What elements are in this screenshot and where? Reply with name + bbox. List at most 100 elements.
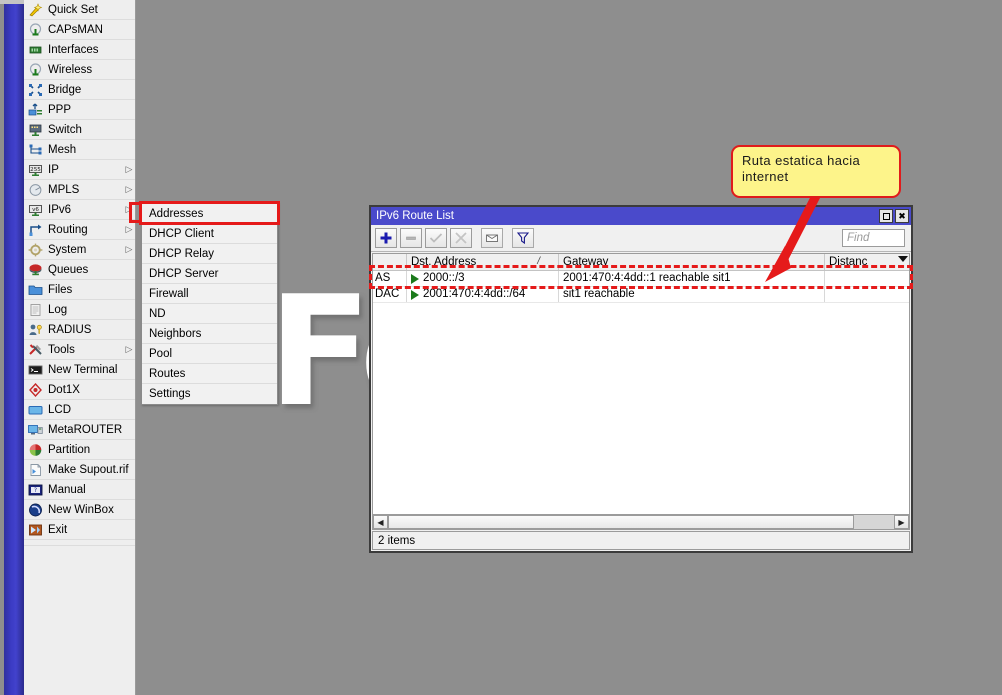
submenu-item-addresses[interactable]: Addresses <box>142 204 277 224</box>
filter-icon <box>516 232 530 245</box>
dot1x-icon <box>27 382 44 398</box>
sidebar-item-label: Log <box>48 303 68 316</box>
column-label-distance: Distanc <box>829 256 868 268</box>
submenu-item-pool[interactable]: Pool <box>142 344 277 364</box>
cell-flags: AS <box>373 271 407 286</box>
sidebar-item-label: Partition <box>48 443 91 456</box>
ipv6-route-list-window[interactable]: IPv6 Route List ✖ Find Dst. Address / Ga… <box>369 205 913 553</box>
sidebar-item-dot1x[interactable]: Dot1X <box>24 380 135 400</box>
chevron-down-icon[interactable] <box>898 256 908 262</box>
enable-button[interactable] <box>425 228 447 248</box>
cell-dst-address: 2000::/3 <box>407 271 559 286</box>
sidebar-item-quick-set[interactable]: Quick Set <box>24 0 135 20</box>
menu-bottom-spacer <box>24 540 135 546</box>
remove-button[interactable] <box>400 228 422 248</box>
sidebar-item-label: Manual <box>48 483 86 496</box>
window-buttons[interactable]: ✖ <box>879 209 911 223</box>
winbox-vertical-bar: RouterOS WinBox <box>4 4 24 695</box>
sidebar-item-tools[interactable]: Tools ▷ <box>24 340 135 360</box>
sidebar-item-interfaces[interactable]: Interfaces <box>24 40 135 60</box>
sidebar-item-switch[interactable]: Switch <box>24 120 135 140</box>
add-button[interactable] <box>375 228 397 248</box>
submenu-item-neighbors[interactable]: Neighbors <box>142 324 277 344</box>
column-header-flags[interactable] <box>373 254 407 270</box>
antenna-icon <box>27 62 44 78</box>
sidebar-item-mesh[interactable]: Mesh <box>24 140 135 160</box>
svg-text:?: ? <box>34 487 37 494</box>
winbox-icon <box>27 502 44 518</box>
sidebar-item-label: RADIUS <box>48 323 92 336</box>
comment-icon <box>486 234 498 242</box>
sidebar-item-label: Exit <box>48 523 68 536</box>
sidebar-item-label: Queues <box>48 263 89 276</box>
queues-icon <box>27 262 44 278</box>
sidebar-item-new-winbox[interactable]: New WinBox <box>24 500 135 520</box>
routing-icon <box>27 222 44 238</box>
sidebar-item-log[interactable]: Log <box>24 300 135 320</box>
window-titlebar[interactable]: IPv6 Route List ✖ <box>371 207 911 225</box>
sidebar-item-label: Interfaces <box>48 43 99 56</box>
sidebar-item-metarouter[interactable]: MetaROUTER <box>24 420 135 440</box>
sidebar-item-manual[interactable]: ? Manual <box>24 480 135 500</box>
scrollbar-track[interactable] <box>388 515 894 529</box>
sidebar-item-exit[interactable]: Exit <box>24 520 135 540</box>
submenu-item-firewall[interactable]: Firewall <box>142 284 277 304</box>
sidebar-item-make-supout[interactable]: Make Supout.rif <box>24 460 135 480</box>
partition-icon <box>27 442 44 458</box>
close-button[interactable]: ✖ <box>895 209 909 223</box>
submenu-item-settings[interactable]: Settings <box>142 384 277 404</box>
ipv6-icon: v6 <box>27 202 44 218</box>
restore-button[interactable] <box>879 209 893 223</box>
column-header-dst-address[interactable]: Dst. Address / <box>407 254 559 270</box>
window-toolbar[interactable]: Find <box>371 225 911 252</box>
filter-button[interactable] <box>512 228 534 248</box>
sidebar-item-bridge[interactable]: Bridge <box>24 80 135 100</box>
cell-gateway: 2001:470:4:4dd::1 reachable sit1 <box>559 271 825 286</box>
scrollbar-thumb[interactable] <box>388 515 854 529</box>
sidebar-item-label: Dot1X <box>48 383 80 396</box>
sidebar-item-queues[interactable]: Queues <box>24 260 135 280</box>
sidebar-item-partition[interactable]: Partition <box>24 440 135 460</box>
table-row[interactable]: AS 2000::/3 2001:470:4:4dd::1 reachable … <box>373 271 909 287</box>
cell-dst-address-text: 2001:470:4:4dd::/64 <box>423 288 526 300</box>
sidebar-item-wireless[interactable]: Wireless <box>24 60 135 80</box>
sidebar-item-capsman[interactable]: CAPsMAN <box>24 20 135 40</box>
sidebar-item-label: IP <box>48 163 59 176</box>
column-header-distance[interactable]: Distanc <box>825 254 909 270</box>
manual-icon: ? <box>27 482 44 498</box>
routes-table[interactable]: Dst. Address / Gateway Distanc AS 2000::… <box>372 253 910 521</box>
sidebar-item-mpls[interactable]: MPLS ▷ <box>24 180 135 200</box>
sidebar-item-label: New Terminal <box>48 363 118 376</box>
table-row[interactable]: DAC 2001:470:4:4dd::/64 sit1 reachable <box>373 287 909 303</box>
main-menu-panel[interactable]: Quick Set CAPsMAN Interfaces Wireless Br… <box>24 0 136 695</box>
sidebar-item-radius[interactable]: RADIUS <box>24 320 135 340</box>
wand-icon <box>27 2 44 18</box>
horizontal-scrollbar[interactable]: ◀ ▶ <box>372 514 910 530</box>
sidebar-item-system[interactable]: System ▷ <box>24 240 135 260</box>
tools-icon <box>27 342 44 358</box>
ipv6-submenu[interactable]: Addresses DHCP Client DHCP Relay DHCP Se… <box>141 203 278 405</box>
submenu-item-nd[interactable]: ND <box>142 304 277 324</box>
sidebar-item-lcd[interactable]: LCD <box>24 400 135 420</box>
submenu-item-dhcp-server[interactable]: DHCP Server <box>142 264 277 284</box>
comment-button[interactable] <box>481 228 503 248</box>
submenu-item-dhcp-relay[interactable]: DHCP Relay <box>142 244 277 264</box>
sidebar-item-new-terminal[interactable]: New Terminal <box>24 360 135 380</box>
submenu-item-routes[interactable]: Routes <box>142 364 277 384</box>
sidebar-item-ppp[interactable]: PPP <box>24 100 135 120</box>
sidebar-item-ipv6[interactable]: v6 IPv6 ▷ <box>24 200 135 220</box>
sidebar-item-label: CAPsMAN <box>48 23 103 36</box>
scroll-right-arrow-icon[interactable]: ▶ <box>894 515 909 529</box>
disable-button[interactable] <box>450 228 472 248</box>
submenu-item-dhcp-client[interactable]: DHCP Client <box>142 224 277 244</box>
cross-icon <box>455 232 467 244</box>
scroll-left-arrow-icon[interactable]: ◀ <box>373 515 388 529</box>
antenna-icon <box>27 22 44 38</box>
column-header-gateway[interactable]: Gateway <box>559 254 825 270</box>
sidebar-item-files[interactable]: Files <box>24 280 135 300</box>
sidebar-item-ip[interactable]: 255 IP ▷ <box>24 160 135 180</box>
table-header-row[interactable]: Dst. Address / Gateway Distanc <box>373 254 909 271</box>
sidebar-item-routing[interactable]: Routing ▷ <box>24 220 135 240</box>
search-input[interactable]: Find <box>842 229 905 247</box>
sidebar-item-label: Bridge <box>48 83 82 96</box>
